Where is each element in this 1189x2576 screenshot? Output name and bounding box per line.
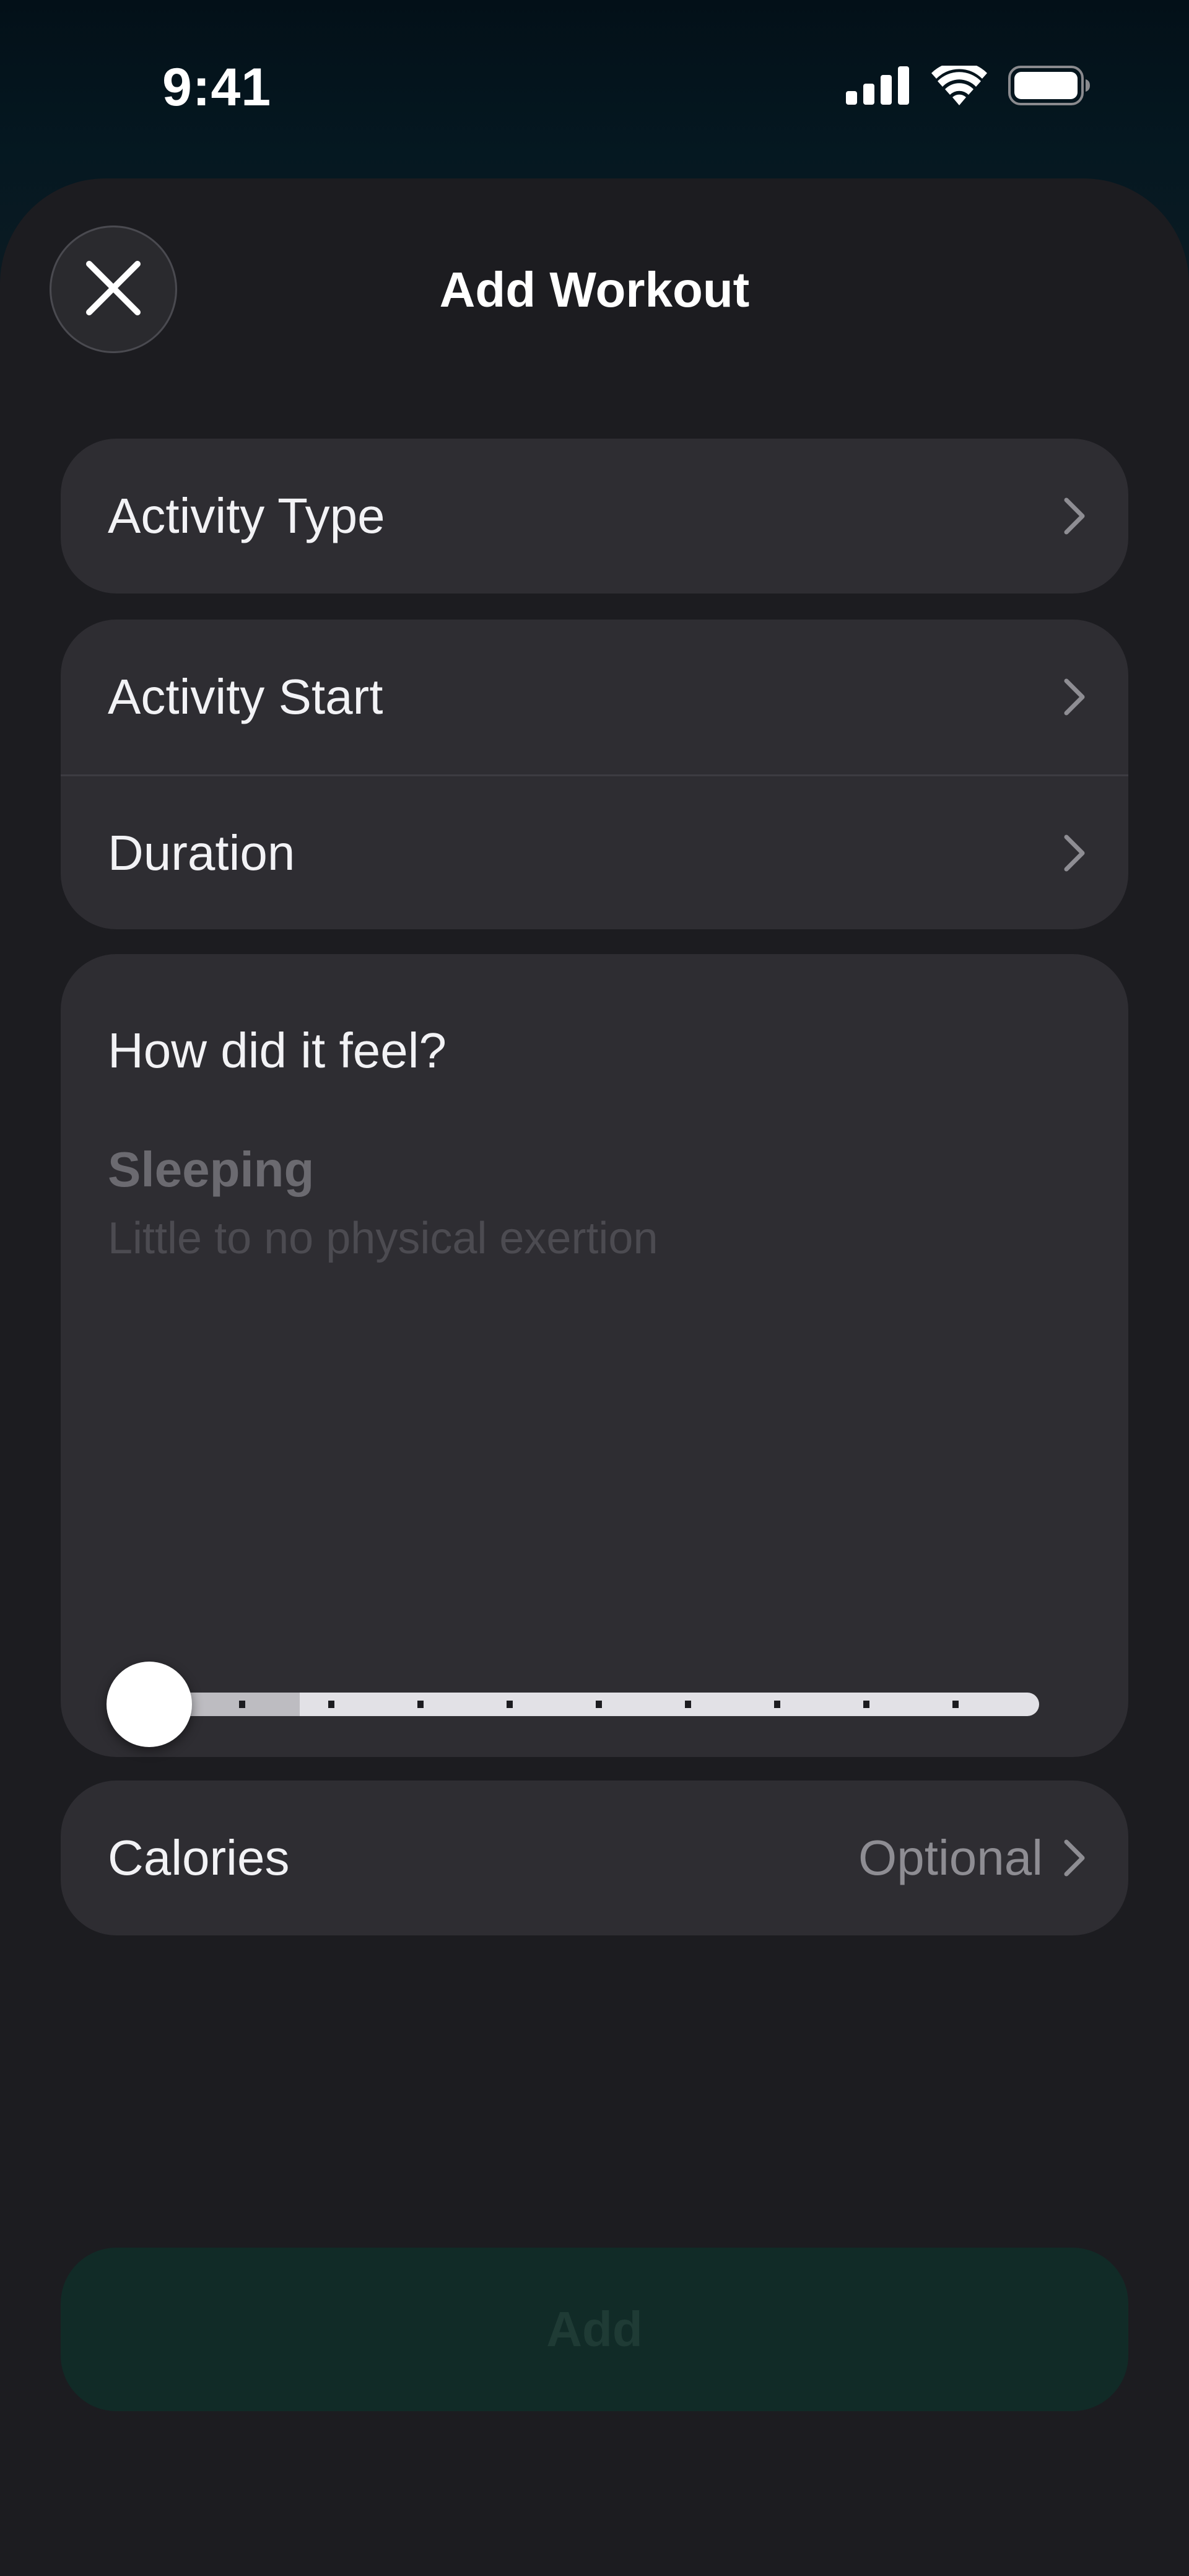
battery-icon: [1008, 65, 1090, 108]
sheet-title: Add Workout: [439, 262, 750, 317]
effort-level: Sleeping: [108, 1142, 315, 1197]
calories-group: Calories Optional: [61, 1781, 1128, 1935]
slider-tick: [239, 1701, 245, 1708]
duration-row[interactable]: Duration: [61, 774, 1128, 929]
calories-row[interactable]: Calories Optional: [61, 1781, 1128, 1935]
activity-type-group: Activity Type: [61, 439, 1128, 594]
effort-slider[interactable]: [107, 1662, 1039, 1747]
effort-title: How did it feel?: [108, 1023, 446, 1078]
activity-start-row[interactable]: Activity Start: [61, 620, 1128, 774]
time-group: Activity Start Duration: [61, 620, 1128, 929]
status-icons: [846, 61, 1090, 108]
duration-label: Duration: [108, 825, 295, 880]
calories-value: Optional: [858, 1830, 1043, 1885]
slider-thumb[interactable]: [107, 1662, 192, 1747]
slider-tick: [417, 1701, 424, 1708]
add-button[interactable]: Add: [61, 2248, 1128, 2411]
slider-tick: [596, 1701, 602, 1708]
slider-tick: [685, 1701, 691, 1708]
effort-description: Little to no physical exertion: [108, 1214, 658, 1263]
cellular-signal-icon: [846, 66, 910, 108]
effort-card: How did it feel? Sleeping Little to no p…: [61, 954, 1128, 1757]
slider-tick: [952, 1701, 959, 1708]
activity-type-row[interactable]: Activity Type: [61, 439, 1128, 594]
activity-start-label: Activity Start: [108, 669, 383, 724]
chevron-right-icon: [1064, 835, 1085, 872]
status-bar: 9:41: [0, 0, 1189, 173]
chevron-right-icon: [1064, 497, 1085, 535]
chevron-right-icon: [1064, 1839, 1085, 1877]
calories-label: Calories: [108, 1830, 290, 1885]
status-time: 9:41: [162, 58, 272, 117]
add-workout-sheet: Add Workout Activity Type Activity Start…: [0, 178, 1189, 2576]
wifi-icon: [931, 61, 987, 108]
chevron-right-icon: [1064, 678, 1085, 716]
slider-tick: [774, 1701, 780, 1708]
slider-tick: [328, 1701, 334, 1708]
add-workout-screen: 9:41 Add Workout Activity Type Activity …: [0, 0, 1189, 2576]
slider-tick: [863, 1701, 869, 1708]
slider-tick: [507, 1701, 513, 1708]
activity-type-label: Activity Type: [108, 488, 385, 543]
